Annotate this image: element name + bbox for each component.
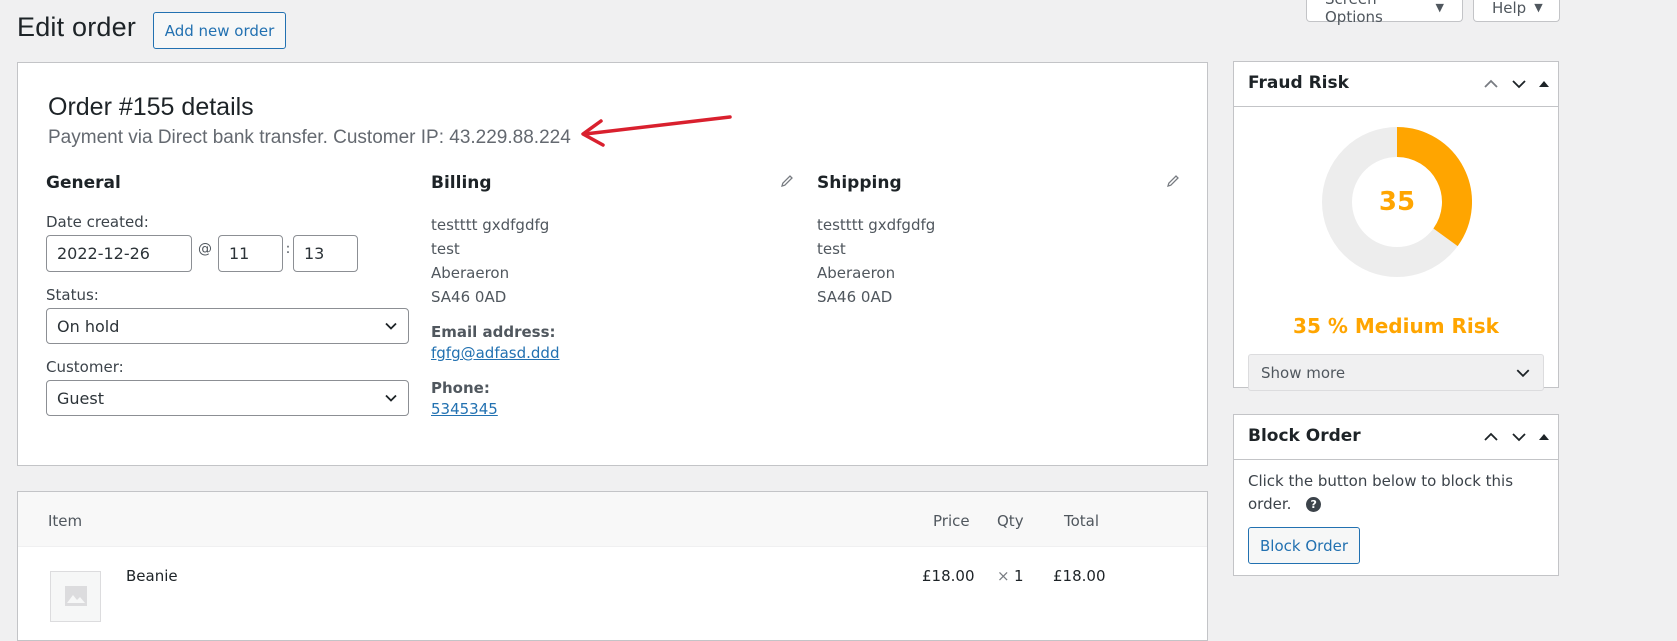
phone-link[interactable]: 5345345 bbox=[431, 397, 796, 421]
status-label: Status: bbox=[46, 286, 99, 304]
edit-billing-pencil-icon[interactable] bbox=[779, 173, 795, 189]
block-order-description: Click the button below to block this ord… bbox=[1248, 470, 1518, 516]
email-label: Email address: bbox=[431, 323, 556, 341]
chevron-down-icon[interactable] bbox=[1510, 428, 1528, 446]
shipping-address-line: SA46 0AD bbox=[817, 288, 893, 306]
red-arrow-annotation bbox=[581, 115, 732, 147]
billing-address-line: Aberaeron bbox=[431, 264, 510, 282]
total-column-header: Total bbox=[1064, 512, 1100, 530]
customer-value: Guest bbox=[57, 388, 104, 408]
email-link[interactable]: fgfg@adfasd.ddd bbox=[431, 341, 796, 365]
status-select[interactable]: On hold bbox=[46, 308, 409, 344]
page-title: Edit order bbox=[17, 12, 137, 42]
chevron-up-icon[interactable] bbox=[1482, 75, 1500, 93]
shipping-address-line: Aberaeron bbox=[817, 264, 896, 282]
item-column-header: Item bbox=[48, 512, 83, 530]
chevron-down-icon bbox=[1516, 368, 1530, 377]
fraud-score-value: 35 bbox=[1379, 187, 1415, 217]
item-total: £18.00 bbox=[1053, 567, 1106, 585]
qty-column-header: Qty bbox=[997, 512, 1024, 530]
fraud-risk-donut-chart: 35 bbox=[1322, 127, 1472, 277]
chevron-down-icon bbox=[385, 394, 397, 402]
order-details-panel: Order #155 details Payment via Direct ba… bbox=[17, 62, 1208, 466]
block-order-button[interactable]: Block Order bbox=[1248, 527, 1360, 564]
phone-label: Phone: bbox=[431, 379, 490, 397]
image-placeholder-icon bbox=[65, 586, 87, 606]
qty-multiplier: × bbox=[997, 567, 1010, 585]
help-question-icon[interactable]: ? bbox=[1306, 497, 1322, 512]
shipping-section: Shipping testttt gxdfgdfg test Aberaeron… bbox=[817, 173, 1182, 309]
shipping-heading: Shipping bbox=[817, 173, 902, 193]
at-separator: @ bbox=[198, 240, 212, 257]
block-order-panel: Block Order Click the button below to bl… bbox=[1233, 414, 1559, 576]
fraud-risk-label: 35 % Medium Risk bbox=[1293, 314, 1499, 338]
toggle-panel-triangle-icon[interactable] bbox=[1538, 428, 1550, 446]
customer-label: Customer: bbox=[46, 358, 124, 376]
shipping-address-line: testttt gxdfgdfg bbox=[817, 216, 936, 234]
fraud-risk-title: Fraud Risk bbox=[1248, 73, 1349, 93]
minute-input[interactable]: 13 bbox=[293, 235, 358, 272]
toggle-panel-triangle-icon[interactable] bbox=[1538, 75, 1550, 93]
caret-down-icon: ▼ bbox=[1534, 1, 1543, 14]
date-created-label: Date created: bbox=[46, 213, 149, 231]
item-qty: 1 bbox=[1014, 567, 1024, 585]
show-more-label: Show more bbox=[1261, 363, 1346, 382]
block-order-header: Block Order bbox=[1234, 415, 1558, 460]
edit-shipping-pencil-icon[interactable] bbox=[1165, 173, 1181, 189]
show-more-button[interactable]: Show more bbox=[1248, 354, 1544, 391]
billing-address-line: test bbox=[431, 240, 460, 258]
price-column-header: Price bbox=[933, 512, 970, 530]
table-row[interactable]: Beanie £18.00 × 1 £18.00 bbox=[18, 547, 1207, 622]
chevron-up-icon[interactable] bbox=[1482, 428, 1500, 446]
add-new-order-button[interactable]: Add new order bbox=[153, 12, 286, 49]
customer-select[interactable]: Guest bbox=[46, 380, 409, 416]
help-tab[interactable]: Help ▼ bbox=[1473, 0, 1560, 22]
status-value: On hold bbox=[57, 316, 120, 336]
order-title: Order #155 details bbox=[48, 93, 254, 121]
item-name[interactable]: Beanie bbox=[126, 567, 178, 585]
order-payment-meta: Payment via Direct bank transfer. Custom… bbox=[48, 127, 571, 148]
item-price: £18.00 bbox=[922, 567, 975, 585]
billing-heading: Billing bbox=[431, 173, 492, 193]
screen-options-label: Screen Options bbox=[1325, 0, 1383, 26]
caret-down-icon: ▼ bbox=[1435, 1, 1444, 14]
block-order-text: Click the button below to block this ord… bbox=[1248, 472, 1514, 513]
items-table-header: Item Price Qty Total bbox=[18, 492, 1207, 547]
billing-address-line: testttt gxdfgdfg bbox=[431, 216, 550, 234]
general-heading: General bbox=[46, 173, 121, 193]
hour-input[interactable]: 11 bbox=[218, 235, 283, 272]
chevron-down-icon[interactable] bbox=[1510, 75, 1528, 93]
billing-section: Billing testttt gxdfgdfg test Aberaeron … bbox=[431, 173, 796, 421]
chevron-down-icon bbox=[385, 322, 397, 330]
shipping-address-line: test bbox=[817, 240, 846, 258]
order-items-panel: Item Price Qty Total Beanie £18.00 × 1 £… bbox=[17, 491, 1208, 641]
screen-options-tab[interactable]: Screen Options ▼ bbox=[1306, 0, 1463, 26]
fraud-risk-panel: Fraud Risk 35 35 % Medium Risk Show more bbox=[1233, 61, 1559, 391]
billing-address-line: SA46 0AD bbox=[431, 288, 507, 306]
general-section: General Date created: 2022-12-26 @ 11 : … bbox=[46, 173, 436, 416]
block-order-title: Block Order bbox=[1248, 426, 1361, 446]
help-label: Help bbox=[1492, 0, 1527, 17]
product-thumbnail-image bbox=[50, 571, 101, 622]
date-created-input[interactable]: 2022-12-26 bbox=[46, 235, 192, 272]
time-separator: : bbox=[285, 240, 291, 257]
fraud-risk-header: Fraud Risk bbox=[1234, 62, 1558, 107]
